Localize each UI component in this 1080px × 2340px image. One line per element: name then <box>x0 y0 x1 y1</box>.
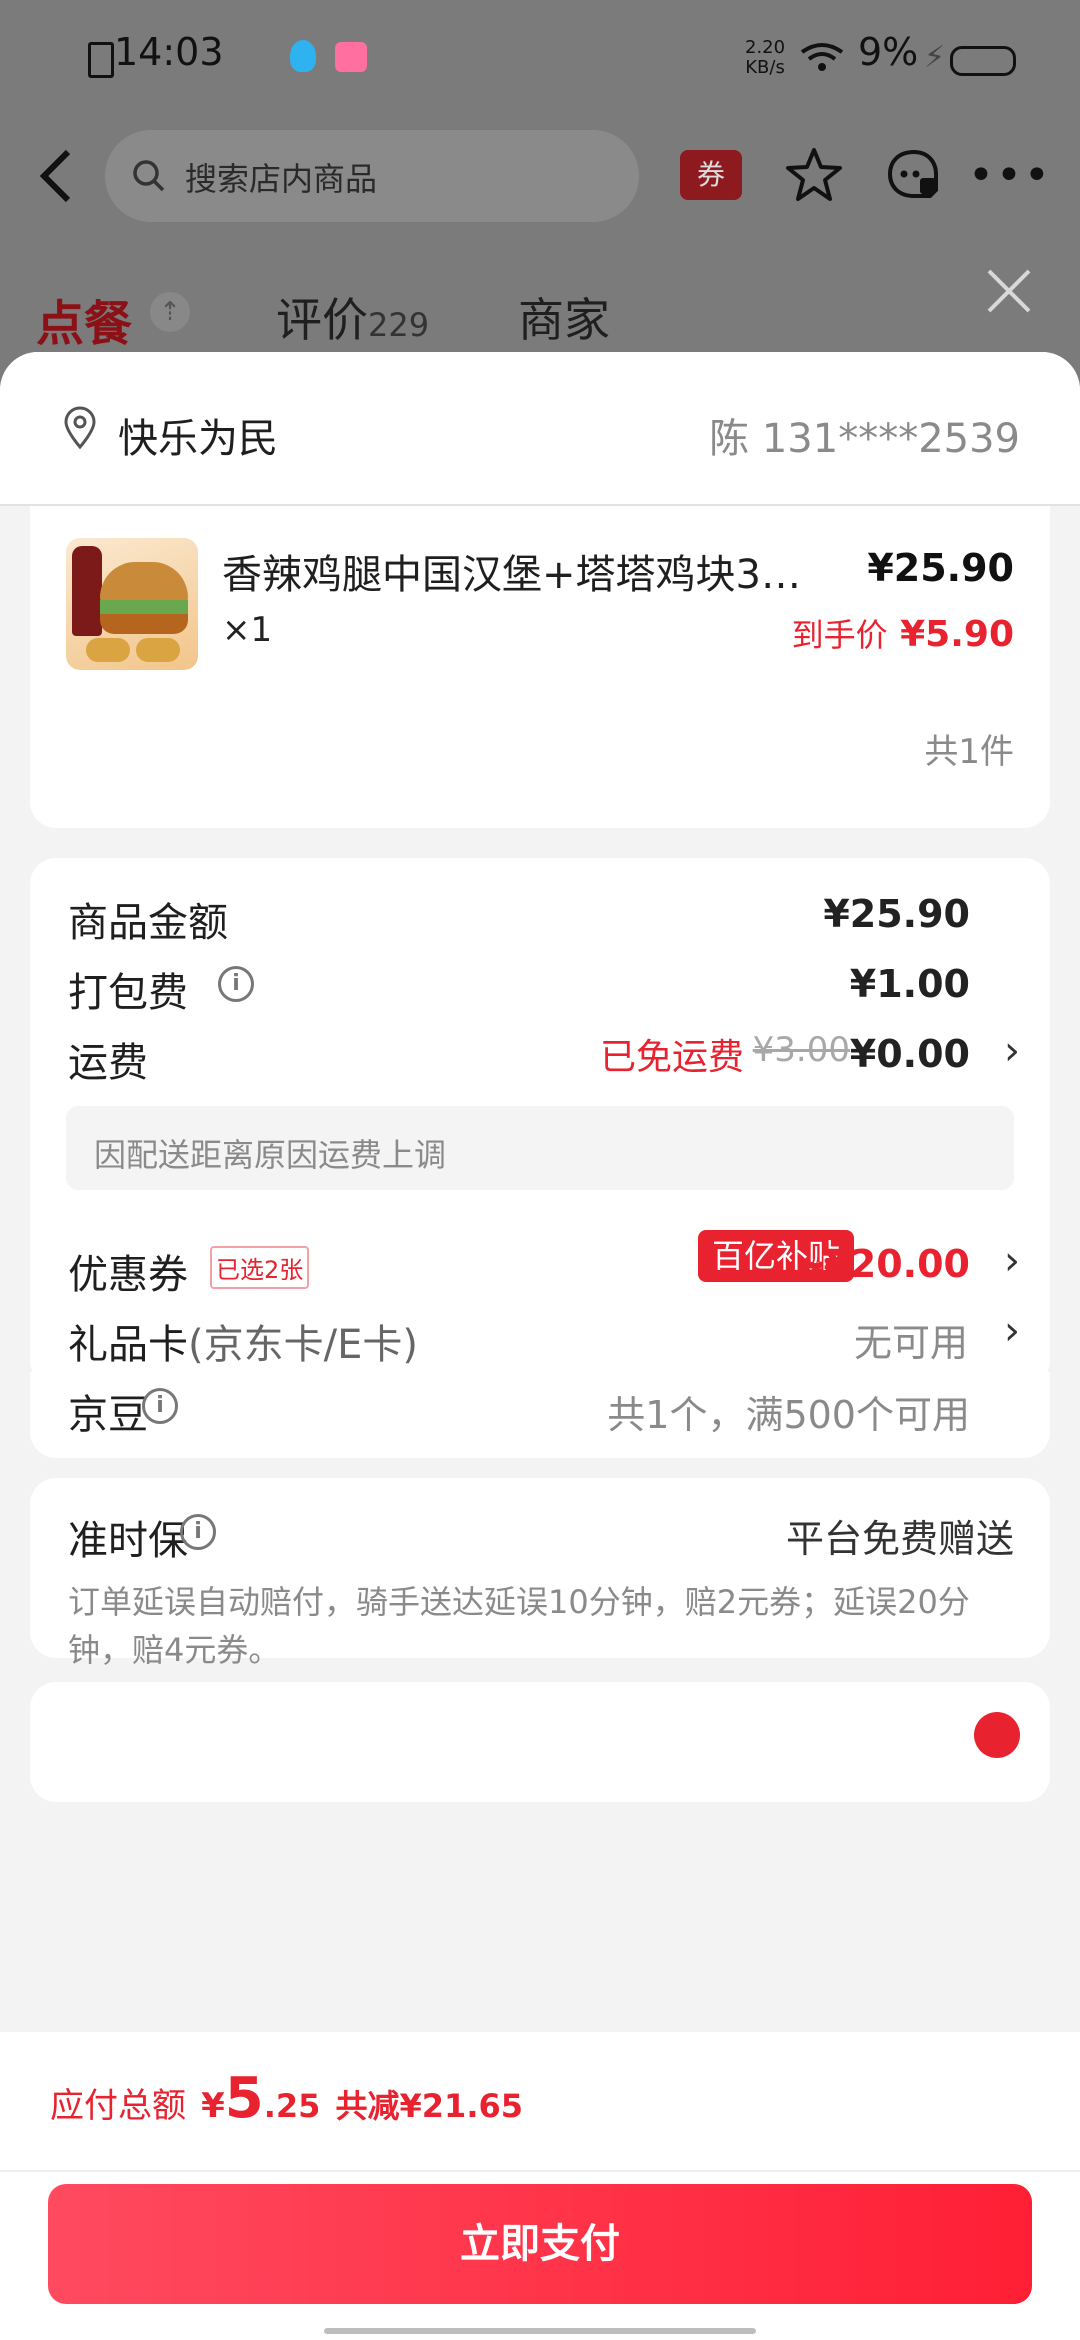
total-row: 应付总额 ¥5.25 共减¥21.65 <box>50 2066 523 2131</box>
giftcard-label-text: 礼品卡 <box>68 1322 188 1368</box>
address-name: 快乐为民 <box>118 416 278 462</box>
delivery-chevron-icon[interactable]: › <box>1004 1028 1020 1074</box>
location-pin-icon <box>64 406 96 450</box>
beans-label: 京豆 <box>68 1392 148 1438</box>
total-discount: 共减¥21.65 <box>335 2087 524 2125</box>
packing-fee-label: 打包费 <box>68 970 188 1016</box>
ontime-desc: 订单延误自动赔付，骑手送达延误10分钟，赔2元券；延误20分钟，赔4元券。 <box>68 1583 970 1669</box>
search-placeholder: 搜索店内商品 <box>185 160 378 198</box>
more-icon[interactable]: ••• <box>968 150 1052 201</box>
final-price-value: ¥5.90 <box>900 614 1014 655</box>
fees-card: 商品金额 ¥25.90 打包费 i ¥1.00 运费 已免运费 ¥3.00 ¥0… <box>30 858 1050 1386</box>
status-time: 14:03 <box>114 30 224 74</box>
ontime-value: 平台免费赠送 <box>785 1517 1014 1561</box>
coupon-value: -¥20.00 <box>807 1242 970 1286</box>
goods-amount-value: ¥25.90 <box>823 892 970 936</box>
charging-icon: ⚡ <box>924 40 946 75</box>
battery-percent: 9% <box>858 30 919 74</box>
tab-order[interactable]: 点餐 <box>36 284 132 354</box>
favorite-star-icon[interactable] <box>784 146 844 204</box>
home-indicator <box>324 2328 756 2334</box>
contact-info: 陈 131****2539 <box>709 416 1020 462</box>
packing-info-icon[interactable]: i <box>218 966 254 1002</box>
packing-fee-value: ¥1.00 <box>849 962 970 1006</box>
coupon-icon[interactable]: 券 <box>680 150 742 200</box>
product-qty: ×1 <box>222 610 273 650</box>
product-image[interactable] <box>66 538 198 670</box>
giftcard-label: 礼品卡(京东卡/E卡) <box>68 1312 418 1370</box>
delivery-original-price: ¥3.00 <box>752 1030 850 1070</box>
next-card <box>30 1682 1050 1802</box>
background-page: 14:03 2.20 KB/s 9% ⚡ 搜索店内商品 券 ••• 点餐 ⇡ 评… <box>0 0 1080 380</box>
app-notification-icon <box>335 42 367 72</box>
product-card-body: 香辣鸡腿中国汉堡+塔塔鸡块3… ×1 ¥25.90 到手价 ¥5.90 共1件 <box>30 506 1050 828</box>
delivery-note: 因配送距离原因运费上调 <box>66 1106 1014 1190</box>
pay-button-label: 立即支付 <box>460 2221 620 2267</box>
delivery-fee-value: ¥0.00 <box>849 1032 970 1076</box>
beans-row-card: 京豆 i 共1个，满500个可用 <box>30 1372 1050 1458</box>
total-decimal: .25 <box>263 2087 321 2125</box>
sim-icon <box>88 42 114 78</box>
delivery-note-text: 因配送距离原因运费上调 <box>94 1136 447 1174</box>
coupon-label: 优惠券 <box>68 1252 188 1298</box>
giftcard-sub: (京东卡/E卡) <box>188 1322 418 1368</box>
beans-value: 共1个，满500个可用 <box>607 1393 970 1437</box>
customer-service-icon[interactable] <box>884 146 944 204</box>
footer-divider <box>0 2170 1080 2172</box>
qq-icon <box>290 40 316 72</box>
search-input[interactable]: 搜索店内商品 <box>105 130 639 222</box>
ontime-card: 准时保 i 平台免费赠送 订单延误自动赔付，骑手送达延误10分钟，赔2元券；延误… <box>30 1478 1050 1669</box>
back-icon[interactable] <box>38 148 74 204</box>
coupon-selected-badge: 已选2张 <box>210 1246 310 1289</box>
beans-info-icon[interactable]: i <box>142 1388 178 1424</box>
total-integer: 5 <box>224 2066 264 2131</box>
address-bar[interactable]: 快乐为民 陈 131****2539 <box>0 352 1080 504</box>
total-currency: ¥ <box>201 2086 225 2126</box>
pay-button[interactable]: 立即支付 <box>48 2184 1032 2304</box>
tab-reviews[interactable]: 评价229 <box>276 284 429 350</box>
product-price: ¥25.90 <box>867 546 1014 590</box>
wifi-icon <box>800 43 844 71</box>
battery-icon <box>950 46 1016 76</box>
collapse-icon[interactable]: ⇡ <box>150 292 190 332</box>
coupon-chevron-icon[interactable]: › <box>1004 1238 1020 1284</box>
item-count: 共1件 <box>924 732 1014 772</box>
close-icon[interactable] <box>984 266 1034 316</box>
giftcard-value: 无可用 <box>853 1321 968 1365</box>
net-speed-unit: KB/s <box>745 57 785 78</box>
tab-reviews-label: 评价 <box>276 293 368 347</box>
ontime-label: 准时保 <box>68 1518 188 1564</box>
final-price: 到手价 ¥5.90 <box>792 610 1014 656</box>
search-icon <box>133 160 165 192</box>
goods-amount-label: 商品金额 <box>68 900 228 946</box>
net-speed: 2.20 KB/s <box>745 38 785 78</box>
next-card-badge <box>974 1712 1020 1758</box>
tab-reviews-count: 229 <box>368 306 430 344</box>
tab-merchant[interactable]: 商家 <box>518 284 610 350</box>
final-price-label: 到手价 <box>791 616 888 654</box>
delivery-fee-label: 运费 <box>68 1040 148 1086</box>
total-label: 应付总额 <box>50 2086 186 2126</box>
net-speed-value: 2.20 <box>745 37 786 58</box>
free-delivery-text: 已免运费 <box>599 1037 744 1078</box>
ontime-info-icon[interactable]: i <box>180 1514 216 1550</box>
checkout-footer: 应付总额 ¥5.25 共减¥21.65 立即支付 <box>0 2032 1080 2340</box>
product-title: 香辣鸡腿中国汉堡+塔塔鸡块3… <box>222 552 801 598</box>
giftcard-chevron-icon[interactable]: › <box>1004 1308 1020 1354</box>
